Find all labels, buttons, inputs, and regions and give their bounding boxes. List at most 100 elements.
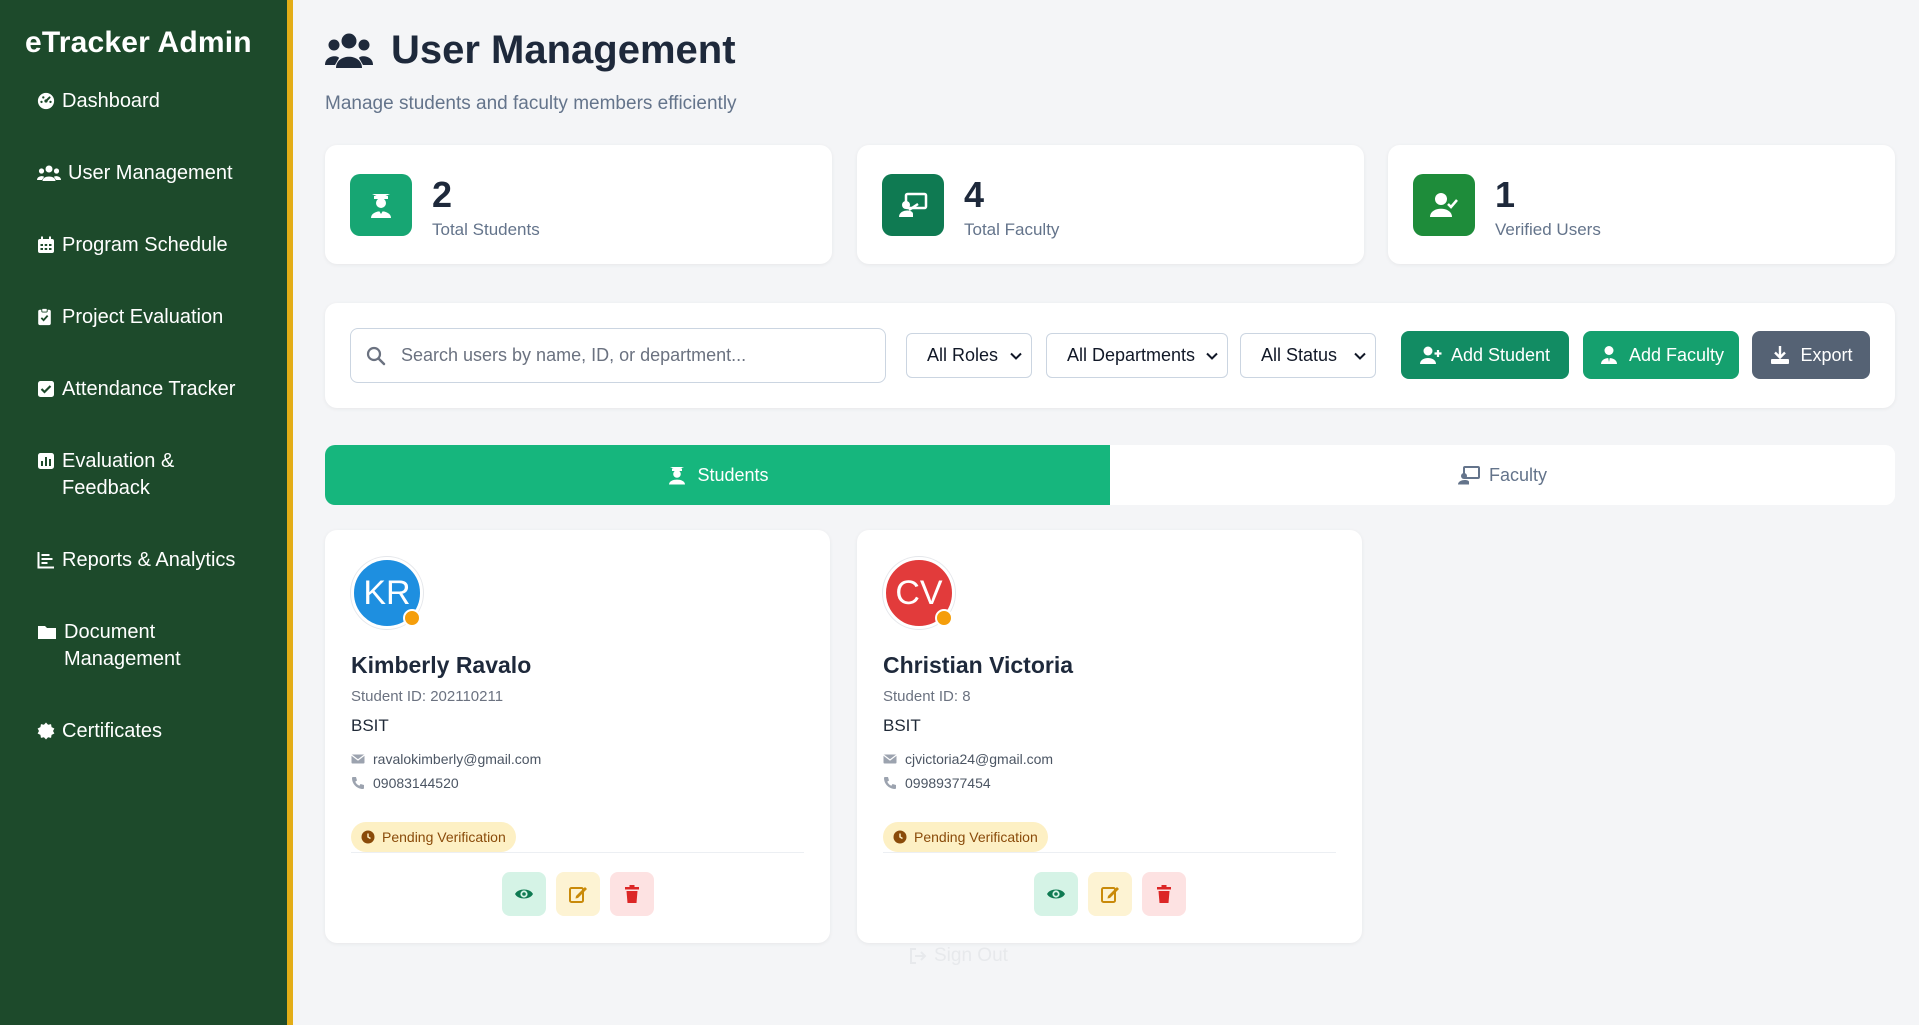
clock-icon [361, 830, 375, 844]
trash-icon [1154, 884, 1174, 904]
status-badge-text: Pending Verification [914, 829, 1038, 845]
phone-icon [351, 776, 365, 790]
card-divider [883, 852, 1336, 853]
status-filter-select[interactable]: All Status [1240, 333, 1376, 378]
user-email: cjvictoria24@gmail.com [883, 751, 1053, 767]
sidebar-item-document-management[interactable]: Document Management [37, 619, 227, 673]
add-faculty-button[interactable]: Add Faculty [1583, 331, 1739, 379]
view-button[interactable] [1034, 872, 1078, 916]
tab-students-label: Students [697, 464, 769, 485]
graduate-icon [350, 174, 412, 236]
sidebar-item-label: User Management [68, 162, 233, 184]
user-department: BSIT [351, 716, 389, 735]
sidebar-item-label: Attendance Tracker [62, 378, 236, 400]
stat-label: Verified Users [1495, 220, 1601, 239]
tab-students[interactable]: Students [325, 445, 1110, 505]
sign-out-icon [908, 946, 928, 966]
user-phone-text: 09989377454 [905, 775, 991, 791]
user-name: Christian Victoria [883, 652, 1074, 678]
sidebar-item-program-schedule[interactable]: Program Schedule [37, 232, 277, 259]
dashboard-icon [37, 92, 55, 110]
status-badge: Pending Verification [883, 822, 1048, 852]
eye-icon [1046, 884, 1066, 904]
view-button[interactable] [502, 872, 546, 916]
users-icon [325, 31, 373, 71]
stat-card-students: 2 Total Students [325, 145, 832, 264]
sign-out-label: Sign Out [934, 945, 1008, 966]
teacher-icon [882, 174, 944, 236]
page-title: User Management [325, 28, 737, 73]
export-label: Export [1800, 344, 1853, 365]
user-email-text: cjvictoria24@gmail.com [905, 751, 1054, 767]
teacher-icon [1457, 465, 1480, 485]
sidebar-item-label: Program Schedule [62, 234, 228, 256]
sidebar-item-dashboard[interactable]: Dashboard [37, 88, 277, 115]
stat-value: 4 [964, 174, 985, 215]
department-filter-select[interactable]: All Departments [1046, 333, 1228, 378]
graduate-icon [666, 465, 688, 485]
user-department: BSIT [883, 716, 921, 735]
page-subtitle: Manage students and faculty members effi… [325, 93, 737, 114]
edit-button[interactable] [556, 872, 600, 916]
user-phone-text: 09083144520 [373, 775, 459, 791]
tab-faculty[interactable]: Faculty [1110, 445, 1895, 505]
clock-icon [893, 830, 907, 844]
sidebar-item-certificates[interactable]: Certificates [37, 718, 277, 745]
user-email: ravalokimberly@gmail.com [351, 751, 541, 767]
stat-label: Total Faculty [964, 220, 1060, 239]
filter-toolbar: All Roles All Departments All Status Add… [325, 303, 1895, 408]
user-check-icon [1413, 174, 1475, 236]
user-phone: 09989377454 [883, 775, 991, 791]
stat-value: 2 [432, 174, 453, 215]
stat-card-faculty: 4 Total Faculty [857, 145, 1364, 264]
sidebar-item-label: Document Management [64, 621, 181, 670]
user-type-tabs: Students Faculty [325, 445, 1895, 505]
chevron-down-icon [1353, 349, 1367, 363]
department-filter-value: All Departments [1067, 345, 1196, 365]
user-email-text: ravalokimberly@gmail.com [373, 751, 542, 767]
user-card: KR Kimberly Ravalo Student ID: 202110211… [325, 530, 830, 943]
sidebar-item-user-management[interactable]: User Management [37, 160, 277, 187]
trash-icon [622, 884, 642, 904]
clipboard-icon [37, 308, 55, 326]
stat-value: 1 [1495, 174, 1516, 215]
stat-card-verified: 1 Verified Users [1388, 145, 1895, 264]
sidebar-item-label: Reports & Analytics [62, 549, 236, 571]
export-button[interactable]: Export [1752, 331, 1870, 379]
tab-faculty-label: Faculty [1488, 464, 1548, 485]
sidebar-item-attendance-tracker[interactable]: Attendance Tracker [37, 376, 277, 403]
add-student-button[interactable]: Add Student [1401, 331, 1569, 379]
calendar-icon [37, 236, 55, 254]
sign-out-link[interactable]: Sign Out [908, 945, 1008, 967]
envelope-icon [883, 752, 897, 766]
chevron-down-icon [1009, 349, 1023, 363]
chevron-down-icon [1205, 349, 1219, 363]
status-filter-value: All Status [1261, 345, 1338, 365]
add-faculty-label: Add Faculty [1628, 344, 1725, 365]
edit-button[interactable] [1088, 872, 1132, 916]
user-tie-icon [1598, 345, 1620, 365]
card-divider [351, 852, 804, 853]
sidebar-item-label: Evaluation & Feedback [62, 450, 175, 499]
edit-icon [568, 884, 588, 904]
eye-icon [514, 884, 534, 904]
user-card: CV Christian Victoria Student ID: 8 BSIT… [857, 530, 1362, 943]
sidebar-item-reports-analytics[interactable]: Reports & Analytics [37, 547, 277, 574]
users-icon [37, 164, 61, 182]
sidebar-item-label: Certificates [62, 720, 163, 742]
search-box[interactable] [350, 328, 886, 383]
search-input[interactable] [401, 329, 871, 382]
certificate-icon [37, 722, 55, 740]
user-id: Student ID: 202110211 [351, 688, 504, 705]
check-square-icon [37, 380, 55, 398]
status-badge-text: Pending Verification [382, 829, 506, 845]
sidebar-item-evaluation-feedback[interactable]: Evaluation & Feedback [37, 448, 227, 502]
status-dot [935, 609, 953, 627]
user-plus-icon [1419, 345, 1442, 365]
delete-button[interactable] [610, 872, 654, 916]
status-dot [403, 609, 421, 627]
delete-button[interactable] [1142, 872, 1186, 916]
sidebar-item-project-evaluation[interactable]: Project Evaluation [37, 304, 277, 331]
role-filter-select[interactable]: All Roles [906, 333, 1032, 378]
edit-icon [1100, 884, 1120, 904]
